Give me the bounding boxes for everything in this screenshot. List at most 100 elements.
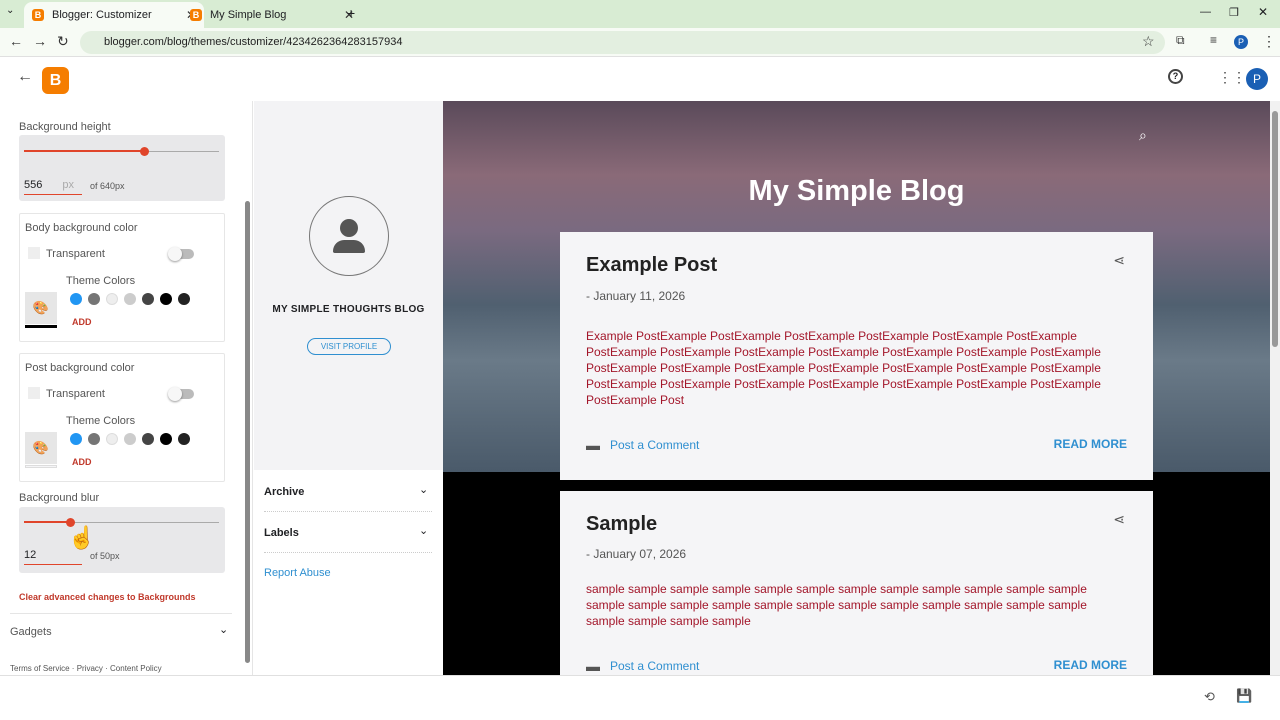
palette-icon[interactable]: 🎨 — [25, 432, 57, 464]
divider — [264, 552, 432, 553]
height-unit: px — [62, 179, 74, 191]
profile-name: MY SIMPLE THOUGHTS BLOG — [272, 304, 425, 315]
blur-value: 12 — [24, 549, 37, 561]
preview-scrollbar[interactable] — [1270, 101, 1280, 675]
height-input[interactable]: 556 px — [24, 179, 82, 195]
minimize-icon[interactable]: — — [1200, 6, 1211, 18]
hand-cursor-icon: ☝ — [68, 525, 96, 550]
archive-widget[interactable]: Archive — [264, 486, 304, 498]
post-snippet: Example PostExample PostExample PostExam… — [586, 329, 1101, 407]
terms-link[interactable]: Terms of Service — [10, 664, 70, 673]
report-abuse-link[interactable]: Report Abuse — [264, 567, 331, 579]
transparent-icon — [28, 247, 40, 259]
post-title[interactable]: Example Post — [586, 254, 717, 277]
selected-color-bar — [25, 465, 57, 468]
color-swatch[interactable] — [88, 433, 100, 445]
color-swatch[interactable] — [160, 293, 172, 305]
body-background-color-card: Body background color Transparent Theme … — [19, 213, 225, 342]
post-snippet: sample sample sample sample sample sampl… — [586, 582, 1087, 628]
app-header: ← ? ⋮⋮ P — [0, 58, 1280, 101]
swatch-row — [70, 432, 196, 450]
bottom-toolbar: ⟲ 💾 — [0, 675, 1280, 720]
post-date: - January 07, 2026 — [586, 547, 687, 561]
browser-profile-avatar[interactable]: P — [1234, 35, 1248, 49]
transparent-label: Transparent — [46, 248, 105, 260]
post-comment-link[interactable]: ▬ Post a Comment — [586, 437, 699, 453]
chevron-down-icon[interactable]: ⌄ — [419, 483, 428, 496]
add-color-button[interactable]: ADD — [72, 317, 92, 327]
height-value: 556 — [24, 179, 43, 191]
back-arrow-icon[interactable]: ← — [17, 68, 33, 86]
labels-widget[interactable]: Labels — [264, 527, 299, 539]
height-max: of 640px — [90, 181, 125, 191]
color-swatch[interactable] — [160, 433, 172, 445]
url-input[interactable]: blogger.com/blog/themes/customizer/42342… — [80, 31, 1165, 54]
color-swatch[interactable] — [142, 433, 154, 445]
add-color-button[interactable]: ADD — [72, 457, 92, 467]
tab-search-icon[interactable]: ⌄ — [6, 5, 14, 16]
transparent-toggle[interactable] — [168, 387, 194, 401]
comment-icon: ▬ — [586, 437, 600, 453]
gadgets-section[interactable]: Gadgets — [10, 626, 52, 638]
color-swatch[interactable] — [124, 433, 136, 445]
share-icon[interactable]: ⋖ — [1113, 252, 1125, 269]
color-swatch[interactable] — [142, 293, 154, 305]
close-window-icon[interactable]: ✕ — [1258, 5, 1268, 19]
tab-customizer[interactable]: B Blogger: Customizer ✕ — [24, 2, 204, 28]
forward-icon[interactable]: → — [33, 33, 47, 49]
sidebar-widgets: Archive ⌄ Labels ⌄ Report Abuse — [254, 470, 443, 675]
blog-title[interactable]: My Simple Blog — [443, 175, 1270, 208]
background-blur-label: Background blur — [19, 492, 100, 504]
read-more-link[interactable]: READ MORE — [1054, 658, 1127, 672]
blogger-logo[interactable]: B — [42, 67, 69, 94]
content-policy-link[interactable]: Content Policy — [110, 664, 162, 673]
post-title[interactable]: Sample — [586, 513, 657, 536]
color-swatch[interactable] — [124, 293, 136, 305]
transparent-icon — [28, 387, 40, 399]
chevron-down-icon[interactable]: ⌄ — [219, 623, 228, 636]
read-more-link[interactable]: READ MORE — [1054, 437, 1127, 451]
post-comment-link[interactable]: ▬ Post a Comment — [586, 658, 699, 674]
panel-scrollbar[interactable] — [245, 201, 250, 663]
color-swatch[interactable] — [106, 293, 118, 305]
blog-sidebar: MY SIMPLE THOUGHTS BLOG VISIT PROFILE Ar… — [254, 101, 443, 675]
color-swatch[interactable] — [88, 293, 100, 305]
profile-avatar[interactable] — [309, 196, 389, 276]
blur-input[interactable]: 12 — [24, 549, 82, 565]
comment-label: Post a Comment — [610, 438, 700, 452]
height-slider-handle[interactable] — [140, 147, 149, 156]
color-swatch[interactable] — [106, 433, 118, 445]
palette-icon[interactable]: 🎨 — [25, 292, 57, 324]
transparent-toggle[interactable] — [168, 247, 194, 261]
save-icon[interactable]: 💾 — [1236, 688, 1252, 704]
post-background-color-card: Post background color Transparent Theme … — [19, 353, 225, 482]
new-tab-icon[interactable]: + — [347, 5, 355, 21]
account-avatar[interactable]: P — [1246, 68, 1268, 90]
card-title: Body background color — [25, 222, 138, 234]
color-swatch[interactable] — [178, 293, 190, 305]
color-swatch[interactable] — [70, 433, 82, 445]
search-icon[interactable]: ⌕ — [1139, 127, 1147, 144]
chevron-down-icon[interactable]: ⌄ — [419, 524, 428, 537]
bookmark-star-icon[interactable]: ☆ — [1142, 33, 1155, 50]
reload-icon[interactable]: ↻ — [57, 33, 69, 50]
apps-grid-icon[interactable]: ⋮⋮ — [1218, 69, 1246, 86]
swatch-row — [70, 292, 196, 310]
restore-icon[interactable]: ❐ — [1229, 6, 1239, 19]
extensions-icon[interactable]: ⧉ — [1176, 33, 1185, 48]
customizer-panel: Background height 556 px of 640px Body ba… — [0, 101, 253, 675]
theme-colors-label: Theme Colors — [66, 415, 136, 427]
browser-menu-icon[interactable]: ⋮ — [1262, 33, 1276, 50]
tab-title: Blogger: Customizer — [52, 9, 152, 21]
tab-blog[interactable]: B My Simple Blog ✕ — [182, 2, 362, 28]
media-icon[interactable]: ≡ — [1210, 33, 1217, 47]
color-swatch[interactable] — [178, 433, 190, 445]
revert-icon[interactable]: ⟲ — [1204, 689, 1215, 705]
share-icon[interactable]: ⋖ — [1113, 511, 1125, 528]
visit-profile-button[interactable]: VISIT PROFILE — [307, 338, 391, 355]
color-swatch[interactable] — [70, 293, 82, 305]
back-icon[interactable]: ← — [9, 33, 23, 49]
help-icon[interactable]: ? — [1168, 69, 1183, 84]
clear-advanced-changes-link[interactable]: Clear advanced changes to Backgrounds — [19, 592, 196, 602]
privacy-link[interactable]: Privacy — [77, 664, 103, 673]
